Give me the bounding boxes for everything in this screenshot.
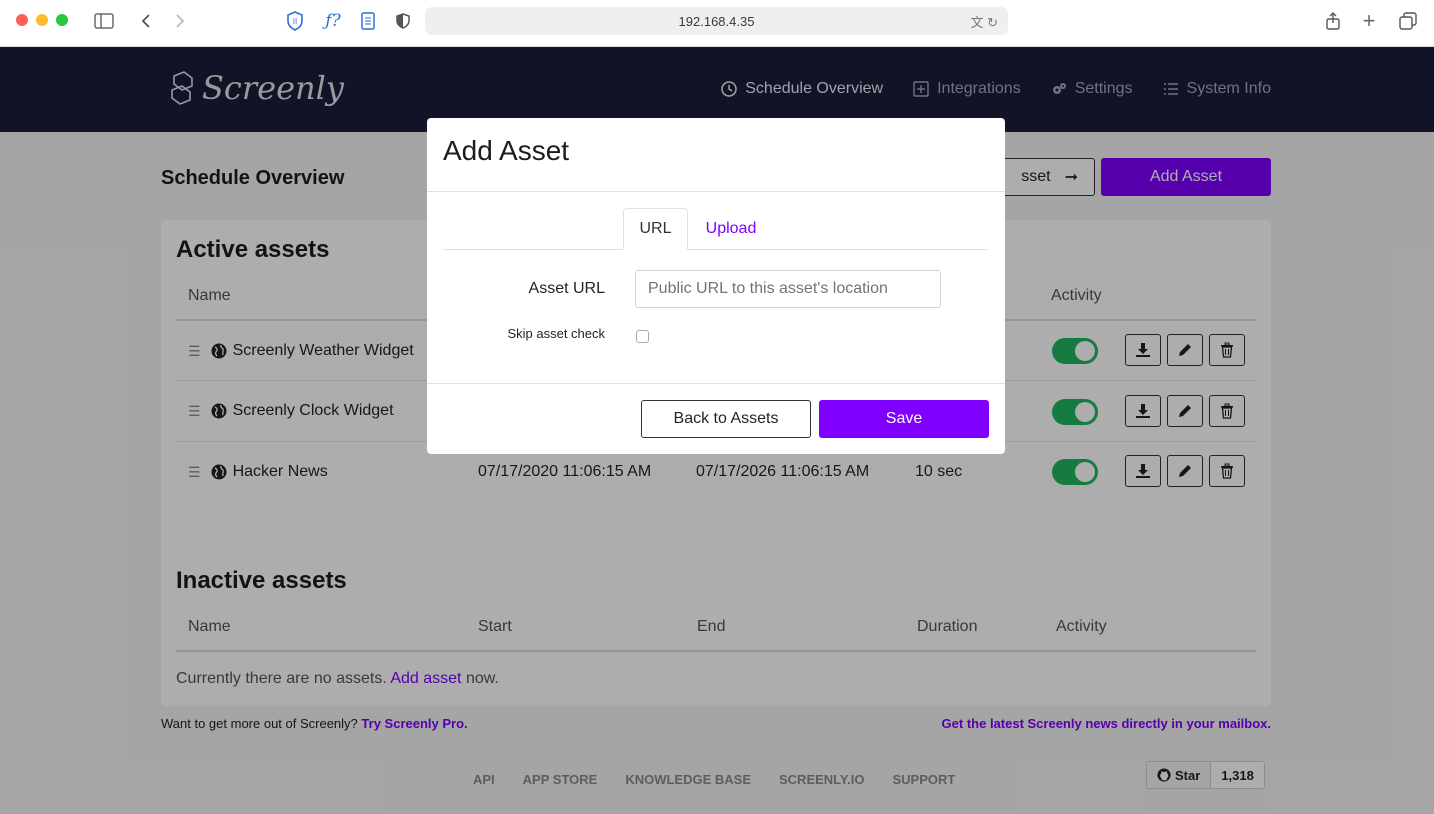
modal-title: Add Asset	[443, 135, 570, 166]
modal-footer-divider	[427, 383, 1005, 384]
address-bar[interactable]: 192.168.4.35 文 ↻	[425, 7, 1008, 35]
asset-url-input[interactable]	[635, 270, 941, 308]
shield-extension-icon[interactable]: II	[285, 10, 305, 32]
translate-reload-icon[interactable]: 文 ↻	[970, 12, 998, 31]
share-icon[interactable]	[1324, 10, 1342, 32]
minimize-window-button[interactable]	[36, 14, 48, 26]
tab-overview-icon[interactable]	[1398, 10, 1418, 32]
new-tab-icon[interactable]: +	[1360, 8, 1378, 33]
forward-icon[interactable]	[172, 10, 188, 32]
page-extension-icon[interactable]	[360, 10, 376, 32]
tab-url[interactable]: URL	[623, 208, 688, 250]
back-icon[interactable]	[138, 10, 154, 32]
svg-text:II: II	[293, 17, 297, 26]
zoom-window-button[interactable]	[56, 14, 68, 26]
skip-asset-check-label: Skip asset check	[507, 326, 605, 341]
close-window-button[interactable]	[16, 14, 28, 26]
sidebar-icon[interactable]	[93, 10, 115, 32]
asset-url-label: Asset URL	[528, 280, 605, 297]
browser-toolbar: II ƒ? 192.168.4.35 文 ↻ +	[0, 0, 1434, 47]
font-extension-icon[interactable]: ƒ?	[322, 10, 344, 32]
address-text: 192.168.4.35	[678, 13, 755, 29]
tab-upload[interactable]: Upload	[695, 208, 767, 250]
back-to-assets-button[interactable]: Back to Assets	[641, 400, 811, 438]
modal-header-divider	[427, 191, 1005, 192]
save-button[interactable]: Save	[819, 400, 989, 438]
skip-asset-check-checkbox[interactable]	[636, 330, 649, 343]
add-asset-modal: Add Asset URL Upload Asset URL Skip asse…	[427, 118, 1005, 454]
privacy-shield-icon[interactable]	[395, 10, 411, 32]
